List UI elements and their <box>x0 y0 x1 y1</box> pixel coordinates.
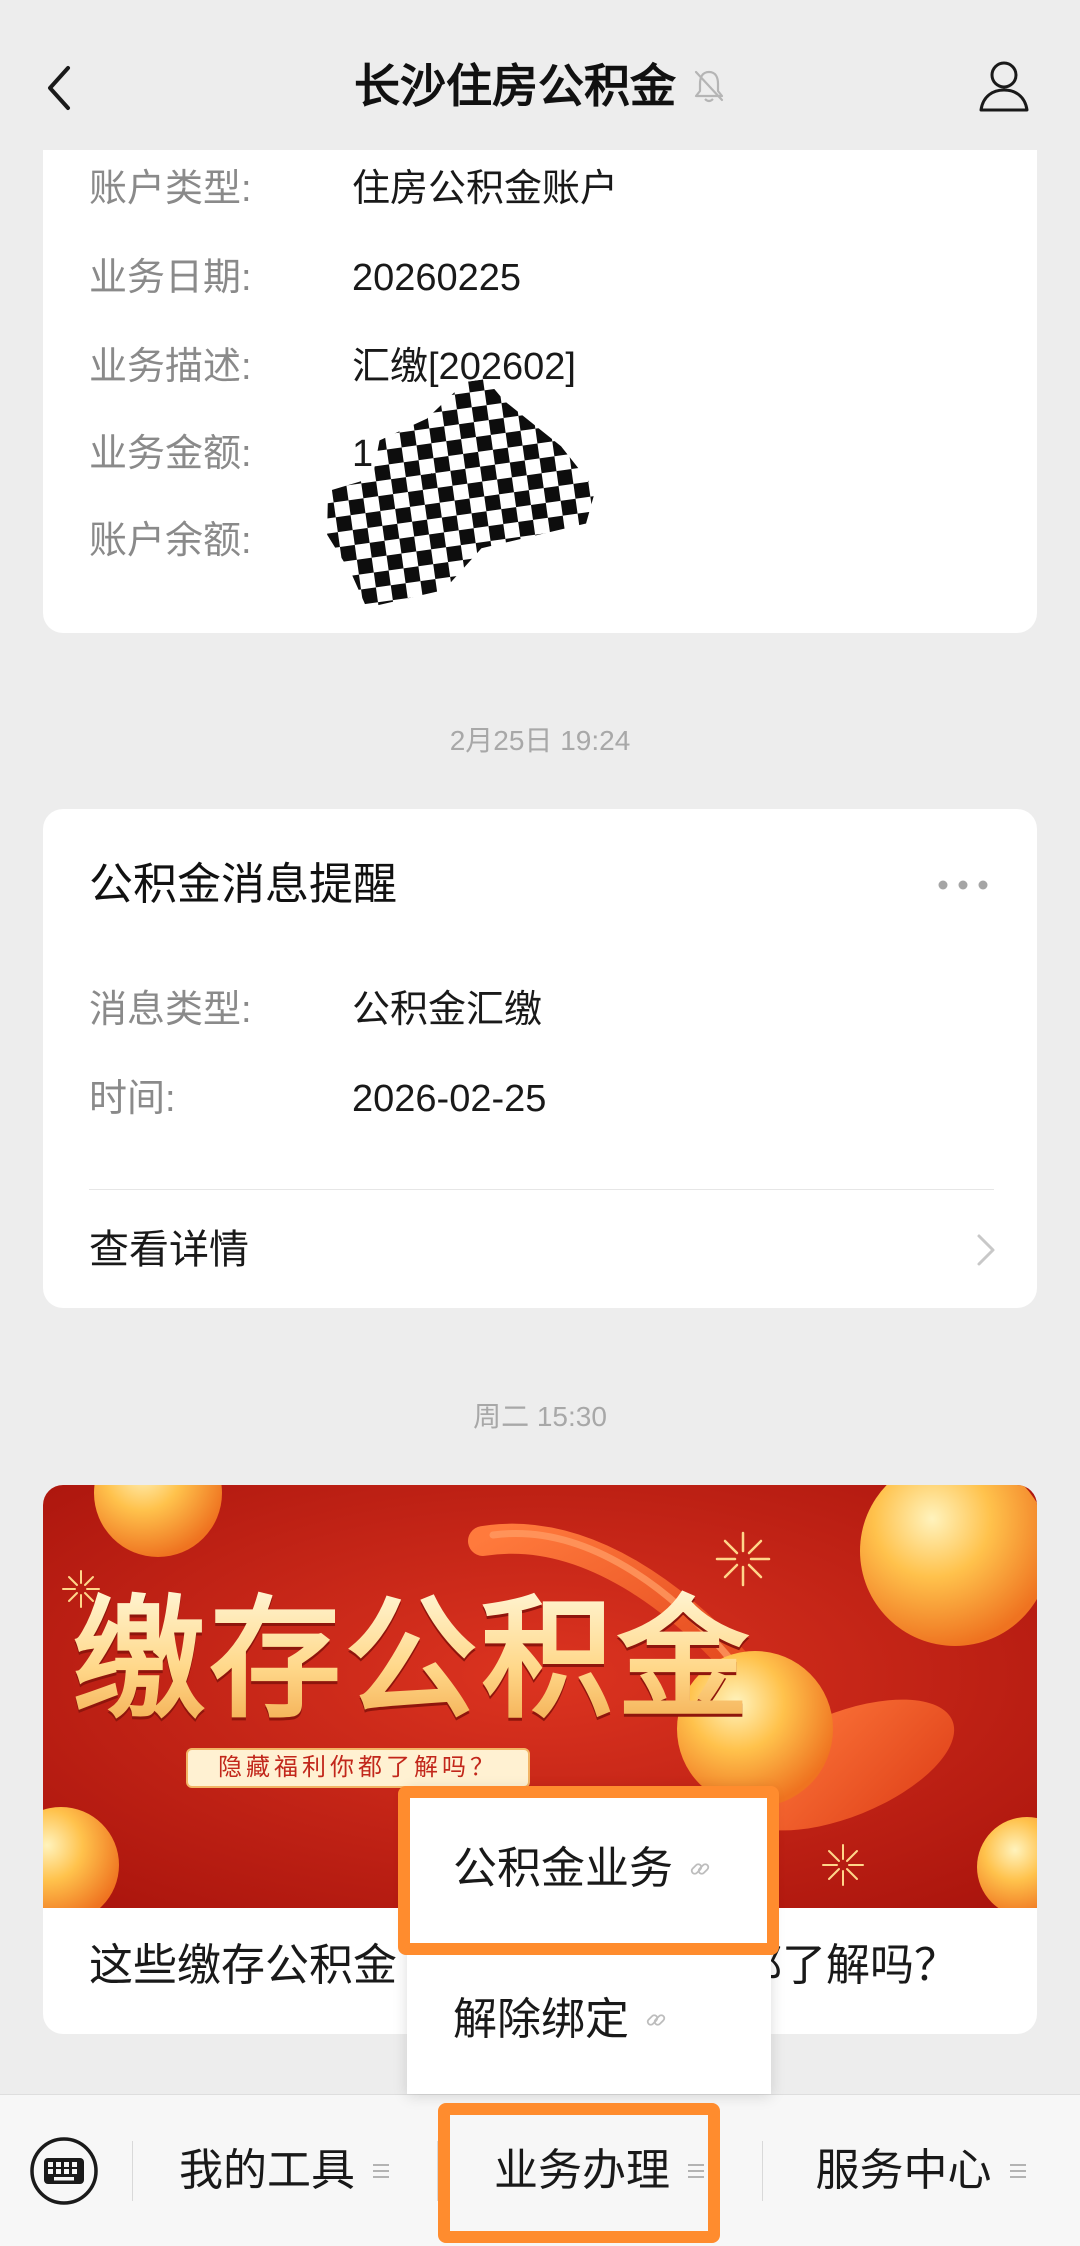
more-dots-icon[interactable] <box>933 875 993 895</box>
menu-item-label: 解除绑定 <box>453 1995 629 2044</box>
row-label: 业务描述: <box>89 346 252 388</box>
row-value: 住房公积金账户 <box>352 168 619 210</box>
info-row: 时间: 2026-02-25 <box>43 1075 1037 1123</box>
row-label: 业务日期: <box>89 257 252 299</box>
menu-service-center[interactable]: 服务中心 <box>763 2095 1080 2246</box>
article-caption: 这些缴存公积金 <box>89 1941 397 1990</box>
menu-item-housing-fund-business[interactable]: 公积金业务 <box>407 1794 771 1944</box>
menu-my-tools[interactable]: 我的工具 <box>133 2095 437 2246</box>
view-details-label: 查看详情 <box>89 1228 249 1272</box>
menu-label: 业务办理 <box>494 2146 670 2195</box>
menu-label: 我的工具 <box>179 2146 355 2195</box>
menu-business-handling[interactable]: 业务办理 <box>438 2095 762 2246</box>
profile-button[interactable] <box>974 56 1034 116</box>
row-label: 账户余额: <box>89 520 252 562</box>
title-group: 长沙住房公积金 <box>0 58 1080 114</box>
menu-lines-icon <box>373 2164 389 2178</box>
article-caption-end: 都了解吗？ <box>738 1941 958 1990</box>
row-label: 账户类型: <box>89 168 252 210</box>
reminder-card[interactable]: 公积金消息提醒 消息类型: 公积金汇缴 时间: 2026-02-25 查看详情 <box>43 809 1037 1308</box>
row-value: 1 <box>352 433 374 475</box>
chat-screen: 长沙住房公积金 账户类型: 住房公积金账户 业务日期: 20260225 业务描… <box>0 0 1080 2246</box>
transaction-card[interactable]: 账户类型: 住房公积金账户 业务日期: 20260225 业务描述: 汇缴[20… <box>43 100 1037 633</box>
info-row: 消息类型: 公积金汇缴 <box>43 986 1037 1034</box>
timestamp: 2月25日 19:24 <box>449 725 631 756</box>
chat-title: 长沙住房公积金 <box>354 60 676 112</box>
row-value: 20260225 <box>352 257 522 299</box>
keyboard-toggle-button[interactable] <box>29 2136 99 2206</box>
info-row: 业务日期: 20260225 <box>43 254 1037 302</box>
bell-muted-icon <box>694 70 724 103</box>
row-label: 业务金额: <box>89 433 252 475</box>
bottom-menu-bar: 我的工具 业务办理 服务中心 <box>0 2094 1080 2246</box>
menu-lines-icon <box>688 2164 704 2178</box>
timestamp: 周二 15:30 <box>473 1401 607 1432</box>
info-row: 业务描述: 汇缴[202602] <box>43 343 1037 391</box>
keyboard-icon <box>30 2137 98 2205</box>
link-icon <box>690 1863 710 1875</box>
row-label: 消息类型: <box>89 989 252 1031</box>
redaction-mask <box>304 362 612 617</box>
banner-tag: 隐藏福利你都了解吗？ <box>186 1748 530 1788</box>
row-label: 时间: <box>89 1078 176 1120</box>
menu-item-unbind[interactable]: 解除绑定 <box>407 1945 771 2095</box>
menu-item-label: 公积金业务 <box>453 1844 673 1893</box>
submenu-popup: 公积金业务 解除绑定 <box>407 1788 771 2094</box>
banner-title: 缴存公积金 <box>73 1586 753 1733</box>
info-row: 账户类型: 住房公积金账户 <box>43 165 1037 213</box>
menu-label: 服务中心 <box>815 2146 992 2195</box>
view-details-link[interactable]: 查看详情 <box>43 1226 1037 1274</box>
chat-header: 长沙住房公积金 <box>0 0 1080 150</box>
chevron-right-icon <box>977 1234 995 1266</box>
menu-lines-icon <box>1009 2164 1026 2178</box>
person-icon <box>979 61 1029 112</box>
row-value: 公积金汇缴 <box>352 989 543 1031</box>
card-title: 公积金消息提醒 <box>89 860 397 909</box>
row-value: 2026-02-25 <box>352 1078 547 1120</box>
link-icon <box>646 2014 666 2026</box>
divider <box>89 1189 994 1190</box>
